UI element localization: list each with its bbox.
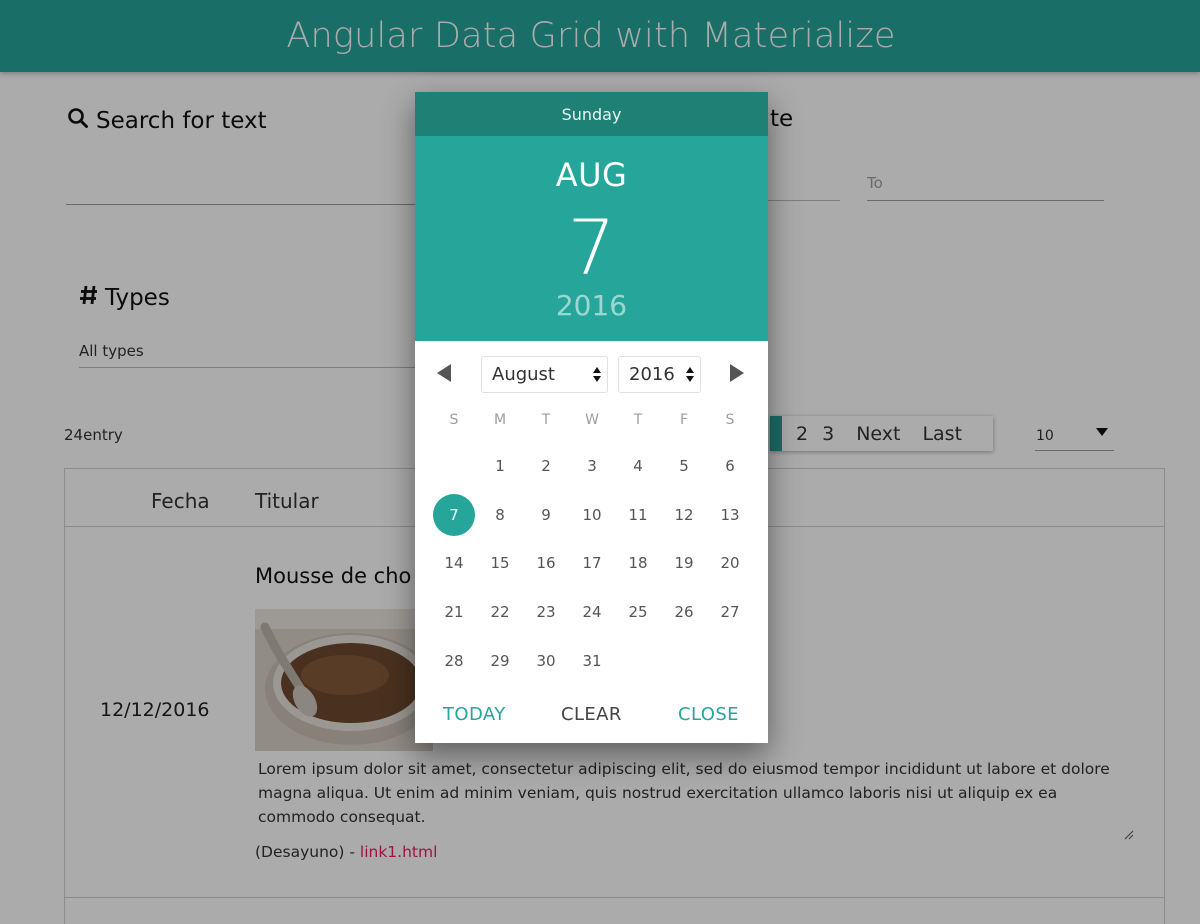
prev-month-icon[interactable] [437, 364, 451, 382]
datepicker-dialog: Sunday AUG 7 2016 August 2016 S M T W T … [415, 92, 768, 743]
calendar-day[interactable]: 18 [615, 539, 661, 588]
calendar-days: 1 2 3 4 5 6 7 8 9 10 11 12 13 14 15 16 17 18 19 20 21 22 23 24 2… [431, 442, 753, 685]
next-month-icon[interactable] [730, 364, 744, 382]
calendar-day[interactable]: 20 [707, 539, 753, 588]
calendar-day[interactable]: 3 [569, 442, 615, 491]
calendar-day[interactable]: 9 [523, 491, 569, 540]
calendar-day[interactable]: 10 [569, 491, 615, 540]
calendar-day-selected[interactable]: 7 [431, 491, 477, 540]
datepicker-nav: August 2016 [415, 354, 768, 394]
datepicker-date-display: AUG 7 2016 [415, 136, 768, 341]
datepicker-footer: TODAY CLEAR CLOSE [415, 698, 768, 728]
calendar-day[interactable]: 24 [569, 588, 615, 637]
year-select-value: 2016 [629, 364, 675, 385]
weekday-initial: T [633, 412, 643, 428]
today-button[interactable]: TODAY [443, 704, 506, 725]
clear-button[interactable]: CLEAR [561, 704, 622, 725]
datepicker-weekday: Sunday [415, 92, 768, 136]
calendar-day[interactable]: 21 [431, 588, 477, 637]
calendar-day[interactable]: 2 [523, 442, 569, 491]
calendar-day[interactable]: 26 [661, 588, 707, 637]
calendar-day[interactable]: 5 [661, 442, 707, 491]
calendar-day[interactable]: 8 [477, 491, 523, 540]
calendar-day[interactable]: 4 [615, 442, 661, 491]
weekday-initial: T [541, 412, 551, 428]
weekday-initial: F [679, 412, 689, 428]
weekday-initial: S [725, 412, 735, 428]
select-arrows-icon [593, 367, 601, 382]
calendar-grid: S M T W T F S 1 2 3 4 5 6 7 8 9 10 11 12 13 14 15 16 17 1… [431, 398, 753, 685]
close-button[interactable]: CLOSE [678, 704, 739, 725]
calendar-day[interactable]: 19 [661, 539, 707, 588]
calendar-day[interactable]: 14 [431, 539, 477, 588]
month-select-value: August [492, 364, 555, 385]
datepicker-day: 7 [567, 203, 616, 292]
month-select[interactable]: August [481, 356, 608, 393]
year-select[interactable]: 2016 [618, 356, 701, 393]
calendar-day[interactable]: 6 [707, 442, 753, 491]
calendar-day-empty [431, 442, 477, 491]
calendar-day[interactable]: 13 [707, 491, 753, 540]
calendar-day[interactable]: 17 [569, 539, 615, 588]
datepicker-month: AUG [555, 156, 628, 194]
weekday-header: S M T W T F S [431, 398, 753, 442]
weekday-initial: M [493, 412, 507, 428]
calendar-day[interactable]: 15 [477, 539, 523, 588]
calendar-day[interactable]: 27 [707, 588, 753, 637]
calendar-day[interactable]: 29 [477, 636, 523, 685]
calendar-day[interactable]: 28 [431, 636, 477, 685]
weekday-initial: S [449, 412, 459, 428]
weekday-initial: W [585, 412, 599, 428]
calendar-day[interactable]: 22 [477, 588, 523, 637]
select-arrows-icon [686, 367, 694, 382]
calendar-day[interactable]: 31 [569, 636, 615, 685]
calendar-day[interactable]: 30 [523, 636, 569, 685]
calendar-day[interactable]: 23 [523, 588, 569, 637]
calendar-day[interactable]: 11 [615, 491, 661, 540]
calendar-day[interactable]: 1 [477, 442, 523, 491]
calendar-day[interactable]: 12 [661, 491, 707, 540]
calendar-day[interactable]: 25 [615, 588, 661, 637]
datepicker-year: 2016 [555, 289, 628, 322]
calendar-day[interactable]: 16 [523, 539, 569, 588]
